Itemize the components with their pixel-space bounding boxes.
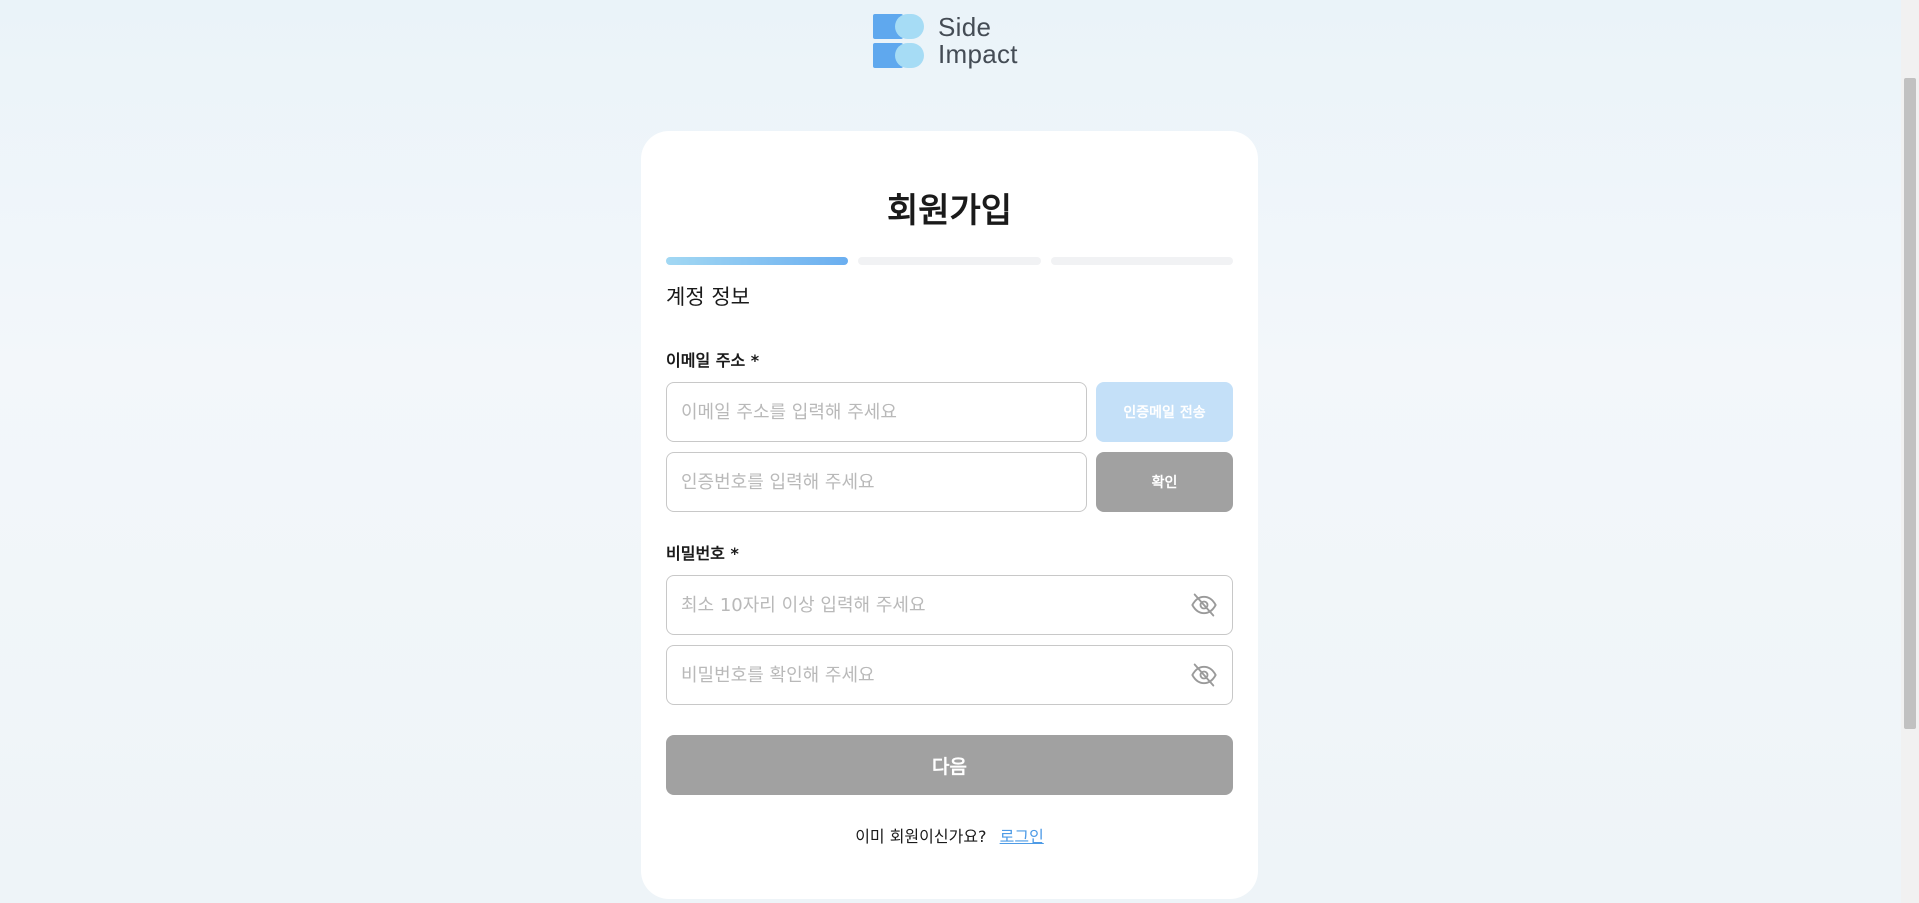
- eye-off-icon[interactable]: [1190, 591, 1218, 619]
- password-confirm-field-wrapper: [666, 645, 1233, 705]
- step-1-indicator: [666, 257, 849, 265]
- confirm-code-button[interactable]: 확인: [1096, 452, 1233, 512]
- login-prompt-text: 이미 회원이신가요?: [855, 827, 987, 846]
- step-3-indicator: [1050, 257, 1233, 265]
- password-confirm-input[interactable]: [681, 664, 1182, 686]
- login-link[interactable]: 로그인: [1000, 827, 1044, 846]
- send-verification-button[interactable]: 인증메일 전송: [1096, 382, 1233, 442]
- next-button[interactable]: 다음: [666, 735, 1233, 795]
- step-2-indicator: [858, 257, 1041, 265]
- page-scrollbar[interactable]: [1901, 0, 1919, 903]
- password-input[interactable]: [681, 594, 1182, 616]
- page-title: 회원가입: [886, 191, 1013, 231]
- email-input[interactable]: [681, 401, 1072, 423]
- logo-text-line1: Side: [938, 12, 992, 42]
- login-prompt: 이미 회원이신가요? 로그인: [641, 823, 1258, 847]
- eye-off-icon[interactable]: [1190, 661, 1218, 689]
- logo-text: Side Impact: [938, 14, 1018, 68]
- brand-logo[interactable]: Side Impact: [873, 14, 1018, 68]
- section-title: 계정 정보: [666, 285, 750, 309]
- password-field-wrapper: [666, 575, 1233, 635]
- step-progress: [666, 257, 1233, 265]
- logo-mark-icon: [873, 14, 924, 68]
- code-field-wrapper: [666, 452, 1087, 512]
- logo-text-line2: Impact: [938, 39, 1018, 69]
- signup-card: 회원가입 계정 정보 이메일 주소 * 인증메일 전송 확인 비밀번호 * 다음…: [641, 131, 1258, 899]
- verification-code-input[interactable]: [681, 471, 1072, 493]
- email-field-wrapper: [666, 382, 1087, 442]
- password-label: 비밀번호 *: [666, 544, 739, 563]
- email-label: 이메일 주소 *: [666, 351, 760, 370]
- scrollbar-thumb[interactable]: [1904, 78, 1916, 729]
